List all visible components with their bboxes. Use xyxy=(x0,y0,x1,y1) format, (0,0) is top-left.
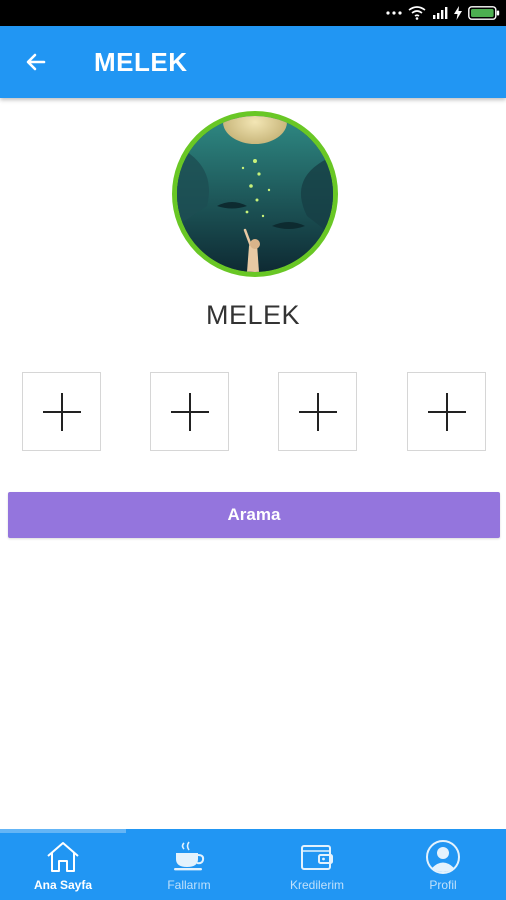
app-bar: MELEK xyxy=(0,26,506,98)
nav-item-kredilerim[interactable]: Kredilerim xyxy=(254,829,380,900)
plus-icon xyxy=(170,392,209,431)
wifi-icon xyxy=(408,6,426,20)
battery-icon xyxy=(468,6,500,20)
add-photo-slot-2[interactable] xyxy=(150,372,229,451)
nav-label-fallarim: Fallarım xyxy=(167,878,211,892)
nav-item-fallarim[interactable]: Fallarım xyxy=(126,829,252,900)
status-bar xyxy=(0,0,506,26)
plus-icon xyxy=(427,392,466,431)
coffee-cup-icon xyxy=(174,841,205,871)
user-icon xyxy=(426,840,460,874)
status-icons xyxy=(386,0,500,26)
plus-icon xyxy=(42,392,81,431)
wallet-icon xyxy=(301,845,333,870)
arrow-left-icon xyxy=(26,53,46,71)
page-title: MELEK xyxy=(94,47,188,77)
nav-item-profil[interactable]: Profil xyxy=(380,829,506,900)
plus-icon xyxy=(298,392,337,431)
nav-item-home[interactable]: Ana Sayfa xyxy=(0,829,126,900)
nav-label-home: Ana Sayfa xyxy=(33,878,93,892)
signal-icon xyxy=(433,7,448,19)
home-icon xyxy=(47,842,79,872)
back-button[interactable] xyxy=(18,44,54,80)
profile-name: MELEK xyxy=(205,300,301,330)
avatar[interactable] xyxy=(172,111,338,277)
nav-label-kredilerim: Kredilerim xyxy=(289,878,344,892)
add-photo-slot-3[interactable] xyxy=(278,372,357,451)
more-dots-icon xyxy=(386,11,402,15)
add-photo-slot-4[interactable] xyxy=(407,372,486,451)
avatar-image xyxy=(177,116,333,272)
search-button[interactable]: Arama xyxy=(8,492,500,538)
nav-label-profil: Profil xyxy=(429,878,457,892)
charging-bolt-icon xyxy=(454,6,462,20)
add-photo-slot-1[interactable] xyxy=(22,372,101,451)
bottom-nav: Ana Sayfa Fallarım Kredilerim Profil xyxy=(0,829,506,900)
